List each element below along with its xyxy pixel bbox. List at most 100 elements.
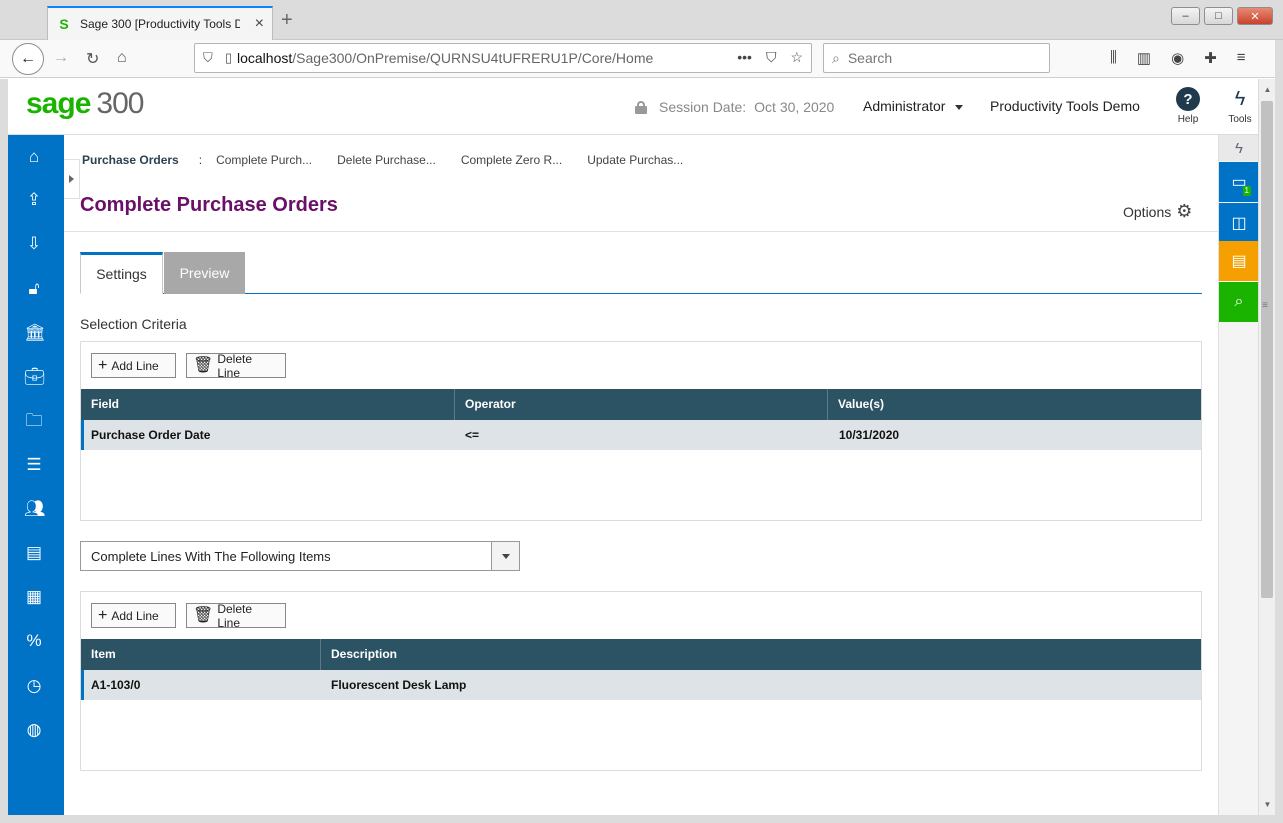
window-controls: – □ ✕ <box>1171 7 1273 25</box>
cell-value[interactable]: 10/31/2020 <box>829 420 1201 450</box>
session-date: Session Date: Oct 30, 2020 <box>635 99 834 115</box>
quick-tools-icon[interactable]: ϟ <box>1219 135 1259 161</box>
url-bar[interactable]: ⛉ ▯ localhost/Sage300/OnPremise/QURNSU4t… <box>194 43 812 73</box>
cell-description[interactable]: Fluorescent Desk Lamp <box>321 670 1201 700</box>
column-header-field[interactable]: Field <box>81 389 455 420</box>
cell-item[interactable]: A1-103/0 <box>84 670 321 700</box>
bookmark-star-icon[interactable]: ☆ <box>790 49 803 66</box>
column-header-item[interactable]: Item <box>81 639 321 670</box>
complete-lines-select[interactable]: Complete Lines With The Following Items <box>80 541 520 571</box>
search-icon: ⌕ <box>832 49 840 66</box>
breadcrumb-root[interactable]: Purchase Orders <box>82 153 179 167</box>
schedule-button[interactable]: ◫ <box>1219 203 1259 243</box>
users-nav-icon[interactable]: 👥︎ <box>24 499 46 519</box>
back-arrow-icon: ← <box>20 50 36 67</box>
tools-label: Tools <box>1228 114 1252 125</box>
forward-icon[interactable]: → <box>53 49 69 67</box>
user-menu[interactable]: Administrator <box>863 98 964 114</box>
browser-tab[interactable]: S Sage 300 [Productivity Tools De × <box>47 6 273 40</box>
bank-nav-icon[interactable]: 🏛︎ <box>24 323 46 343</box>
browser-navbar: ← → ↻ ⌂ ⛉ ▯ localhost/Sage300/OnPremise/… <box>0 40 1283 78</box>
resize-handle-icon[interactable]: ≡ <box>1262 300 1268 311</box>
url-text: localhost/Sage300/OnPremise/QURNSU4tUFRE… <box>237 50 653 66</box>
selection-criteria-label: Selection Criteria <box>80 316 187 332</box>
chevron-right-icon <box>69 175 74 183</box>
inquiry-button[interactable]: ⌕ <box>1219 282 1259 322</box>
scroll-up-icon[interactable]: ▲ <box>1259 81 1276 98</box>
back-button[interactable]: ← <box>12 43 44 75</box>
table-nav-icon[interactable]: ▦ <box>24 587 44 607</box>
inventory-nav-icon[interactable]: ☰ <box>24 455 44 475</box>
clock-nav-icon[interactable]: ◷ <box>24 676 44 696</box>
add-line-button[interactable]: + Add Line <box>91 603 176 628</box>
folder-nav-icon[interactable]: 🗀 <box>24 411 44 431</box>
receivables-nav-icon[interactable]: ⇩ <box>24 234 44 254</box>
tab-strip: Settings Preview <box>80 252 1202 294</box>
close-window-button[interactable]: ✕ <box>1237 7 1273 25</box>
add-line-label: Add Line <box>111 358 159 373</box>
page-info-icon[interactable]: ▯ <box>225 50 232 66</box>
menu-icon[interactable]: ≡ <box>1237 49 1246 67</box>
pocket-icon[interactable]: ⛉ <box>766 49 777 66</box>
report-button[interactable]: ▤ <box>1219 241 1259 281</box>
items-grid: + Add Line 🗑︎ Delete Line Item Description… <box>80 591 1202 771</box>
dropdown-arrow-icon[interactable] <box>491 542 519 570</box>
library-icon[interactable]: ⫼ <box>1110 49 1117 67</box>
options-button[interactable]: Options ⚙ <box>1123 201 1192 222</box>
column-header-values[interactable]: Value(s) <box>828 389 1201 420</box>
vertical-scrollbar[interactable]: ▲ ▼ <box>1258 79 1275 815</box>
percent-nav-icon[interactable]: % <box>24 631 44 651</box>
delete-line-button[interactable]: 🗑︎ Delete Line <box>186 352 286 380</box>
home-nav-icon[interactable]: ⌂ <box>24 147 44 167</box>
breadcrumb-item[interactable]: Complete Purch... <box>216 153 312 167</box>
minimize-button[interactable]: – <box>1171 7 1200 25</box>
sidebar-icon[interactable]: ▥ <box>1137 49 1151 67</box>
breadcrumb-item[interactable]: Update Purchas... <box>587 153 683 167</box>
delete-line-label: Delete Line <box>217 601 252 630</box>
add-line-button[interactable]: + Add Line <box>91 353 176 378</box>
lock-nav-icon[interactable]: 🔓︎ <box>24 279 44 299</box>
maximize-button[interactable]: □ <box>1204 7 1233 25</box>
sidebar-toggle[interactable] <box>64 159 80 199</box>
window-list-button[interactable]: ▭ 1 <box>1219 162 1259 202</box>
trash-icon: 🗑︎ <box>193 356 214 374</box>
document-nav-icon[interactable]: ▤ <box>24 543 44 563</box>
grid-header: Item Description <box>81 639 1201 670</box>
scroll-thumb[interactable] <box>1261 101 1273 598</box>
sage-logo[interactable]: sage 300 <box>26 87 144 121</box>
cell-operator[interactable]: <= <box>455 420 829 450</box>
globe-nav-icon[interactable]: ◍ <box>24 720 44 740</box>
reload-icon[interactable]: ↻ <box>86 49 99 69</box>
account-icon[interactable]: ◉ <box>1171 49 1184 67</box>
home-icon[interactable]: ⌂ <box>117 49 127 67</box>
tab-preview[interactable]: Preview <box>164 252 245 294</box>
calendar-clock-icon: ◫ <box>1231 215 1247 232</box>
purchase-nav-icon[interactable]: ⇪ <box>24 190 44 210</box>
logo-number: 300 <box>96 87 144 120</box>
plus-icon: + <box>98 606 108 624</box>
tools-button[interactable]: ϟ Tools <box>1225 87 1255 125</box>
new-tab-icon[interactable]: + <box>281 9 293 32</box>
search-input[interactable]: ⌕ Search <box>823 43 1050 73</box>
extensions-icon[interactable]: ✚ <box>1204 49 1217 67</box>
breadcrumb-item[interactable]: Complete Zero R... <box>461 153 562 167</box>
scroll-down-icon[interactable]: ▼ <box>1259 796 1276 813</box>
table-row[interactable]: A1-103/0 Fluorescent Desk Lamp <box>81 670 1201 700</box>
table-row[interactable]: Purchase Order Date <= 10/31/2020 <box>81 420 1201 450</box>
tab-settings[interactable]: Settings <box>80 252 163 294</box>
company-name[interactable]: Productivity Tools Demo <box>990 98 1140 114</box>
cell-field[interactable]: Purchase Order Date <box>84 420 455 450</box>
briefcase-nav-icon[interactable]: 💼︎ <box>24 367 46 387</box>
column-header-description[interactable]: Description <box>321 639 1201 670</box>
breadcrumb-item[interactable]: Delete Purchase... <box>337 153 436 167</box>
help-button[interactable]: ? Help <box>1176 87 1200 125</box>
gear-icon: ⚙ <box>1176 201 1193 221</box>
main-content: Purchase Orders : Complete Purch... Dele… <box>64 135 1218 815</box>
column-header-operator[interactable]: Operator <box>455 389 828 420</box>
window-frame-right <box>1275 40 1283 823</box>
close-tab-icon[interactable]: × <box>255 15 264 33</box>
delete-line-button[interactable]: 🗑︎ Delete Line <box>186 601 286 630</box>
shield-icon[interactable]: ⛉ <box>203 50 213 66</box>
page-actions-icon[interactable]: ••• <box>737 49 752 66</box>
divider <box>64 231 1218 232</box>
